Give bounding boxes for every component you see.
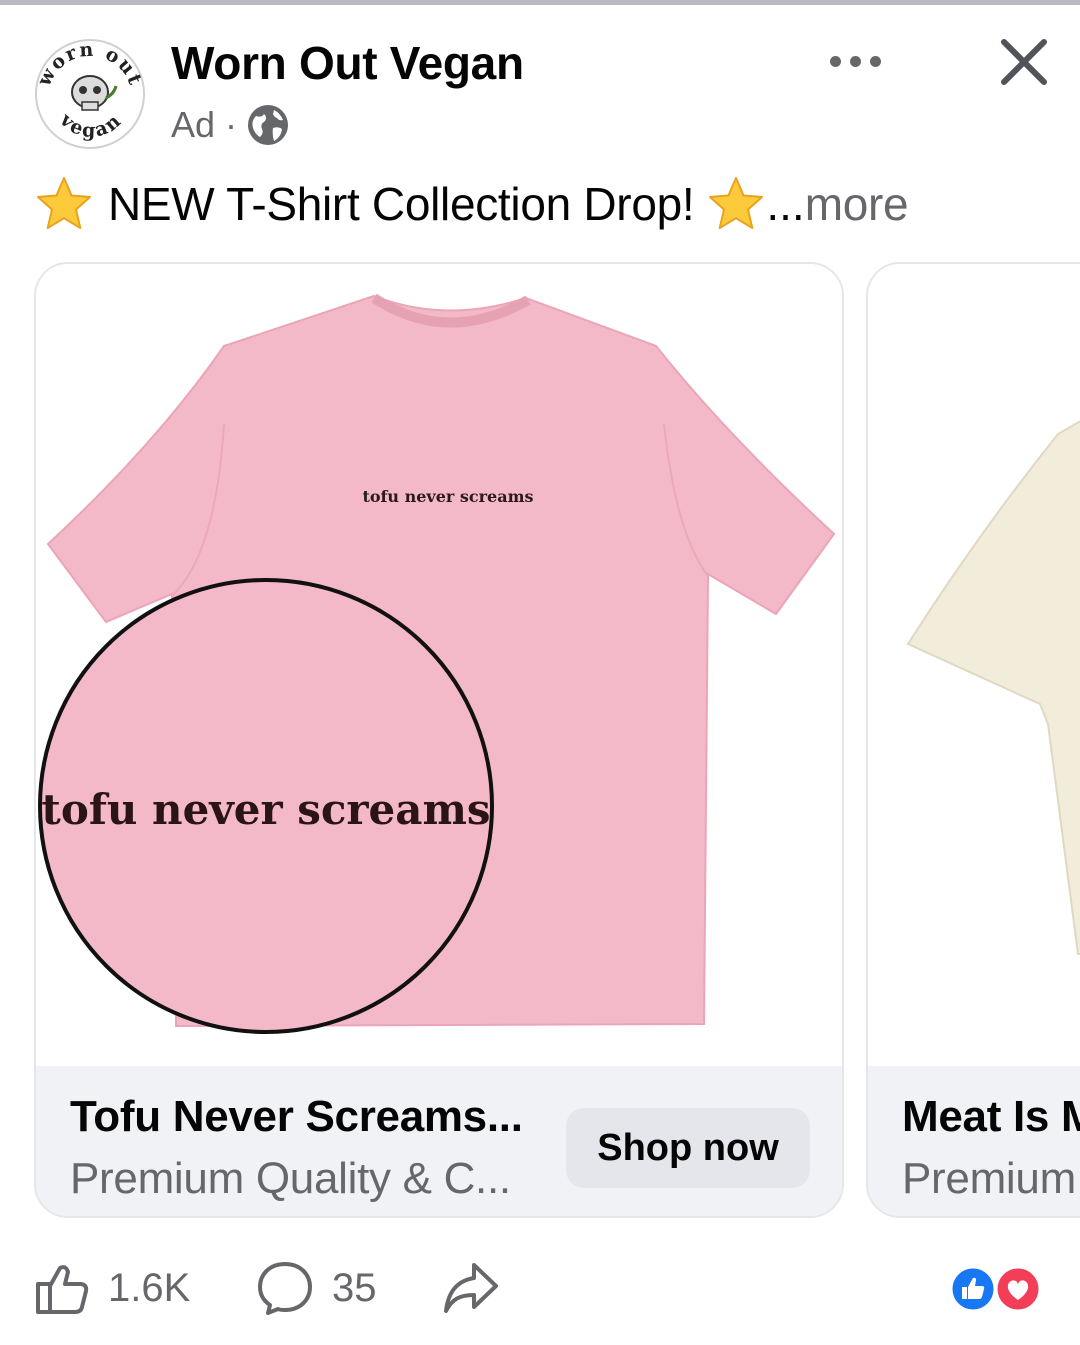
action-bar: 1.6K 35 (0, 1250, 1080, 1326)
product-image[interactable] (868, 264, 1080, 1066)
caption-text: NEW T-Shirt Collection Drop! (108, 178, 695, 230)
carousel-card[interactable]: Meat Is M Premium (866, 262, 1080, 1218)
card-footer: Meat Is M Premium (868, 1066, 1080, 1216)
page-name[interactable]: Worn Out Vegan (171, 36, 524, 90)
product-subtitle: Premium (902, 1154, 1076, 1203)
meta-separator: · (225, 104, 238, 145)
star-icon (709, 177, 764, 229)
like-button[interactable]: 1.6K (34, 1250, 190, 1326)
product-title[interactable]: Tofu Never Screams... (70, 1092, 523, 1142)
thumbs-up-icon (36, 1265, 89, 1314)
shirt-print-text: tofu never screams (362, 487, 533, 506)
shop-now-button[interactable]: Shop now (566, 1108, 810, 1188)
post-caption: NEW T-Shirt Collection Drop! ... more (34, 172, 909, 236)
share-icon (444, 1263, 498, 1313)
card-footer: Tofu Never Screams... Premium Quality & … (36, 1066, 842, 1216)
see-more-link[interactable]: more (805, 177, 909, 231)
product-subtitle: Premium Quality & C... (70, 1154, 511, 1203)
star-icon (37, 177, 91, 229)
like-count: 1.6K (108, 1265, 191, 1310)
ad-label: Ad (171, 104, 216, 145)
page-avatar[interactable]: worn out vegan (33, 38, 146, 150)
dot-icon (849, 55, 861, 67)
tshirt-shape (906, 420, 1080, 955)
share-button[interactable] (442, 1250, 500, 1326)
love-icon (994, 1265, 1042, 1313)
top-divider (0, 0, 1080, 5)
more-options-button[interactable] (825, 40, 885, 82)
product-image[interactable]: tofu never screams tofu never screams (36, 264, 842, 1066)
comment-count: 35 (332, 1265, 377, 1310)
like-icon (949, 1265, 997, 1313)
carousel-card[interactable]: tofu never screams tofu never screams To… (34, 262, 844, 1218)
product-title[interactable]: Meat Is M (902, 1092, 1080, 1142)
reactions-summary[interactable] (948, 1264, 1044, 1314)
comment-icon (258, 1262, 312, 1315)
post-meta: Ad · (171, 104, 289, 146)
comment-button[interactable]: 35 (256, 1250, 377, 1326)
close-icon[interactable] (996, 34, 1052, 90)
caption-ellipsis: ... (766, 178, 805, 230)
dot-icon (829, 55, 841, 67)
zoom-text: tofu never screams (41, 785, 490, 834)
dot-icon (869, 55, 881, 67)
globe-icon (248, 105, 289, 145)
